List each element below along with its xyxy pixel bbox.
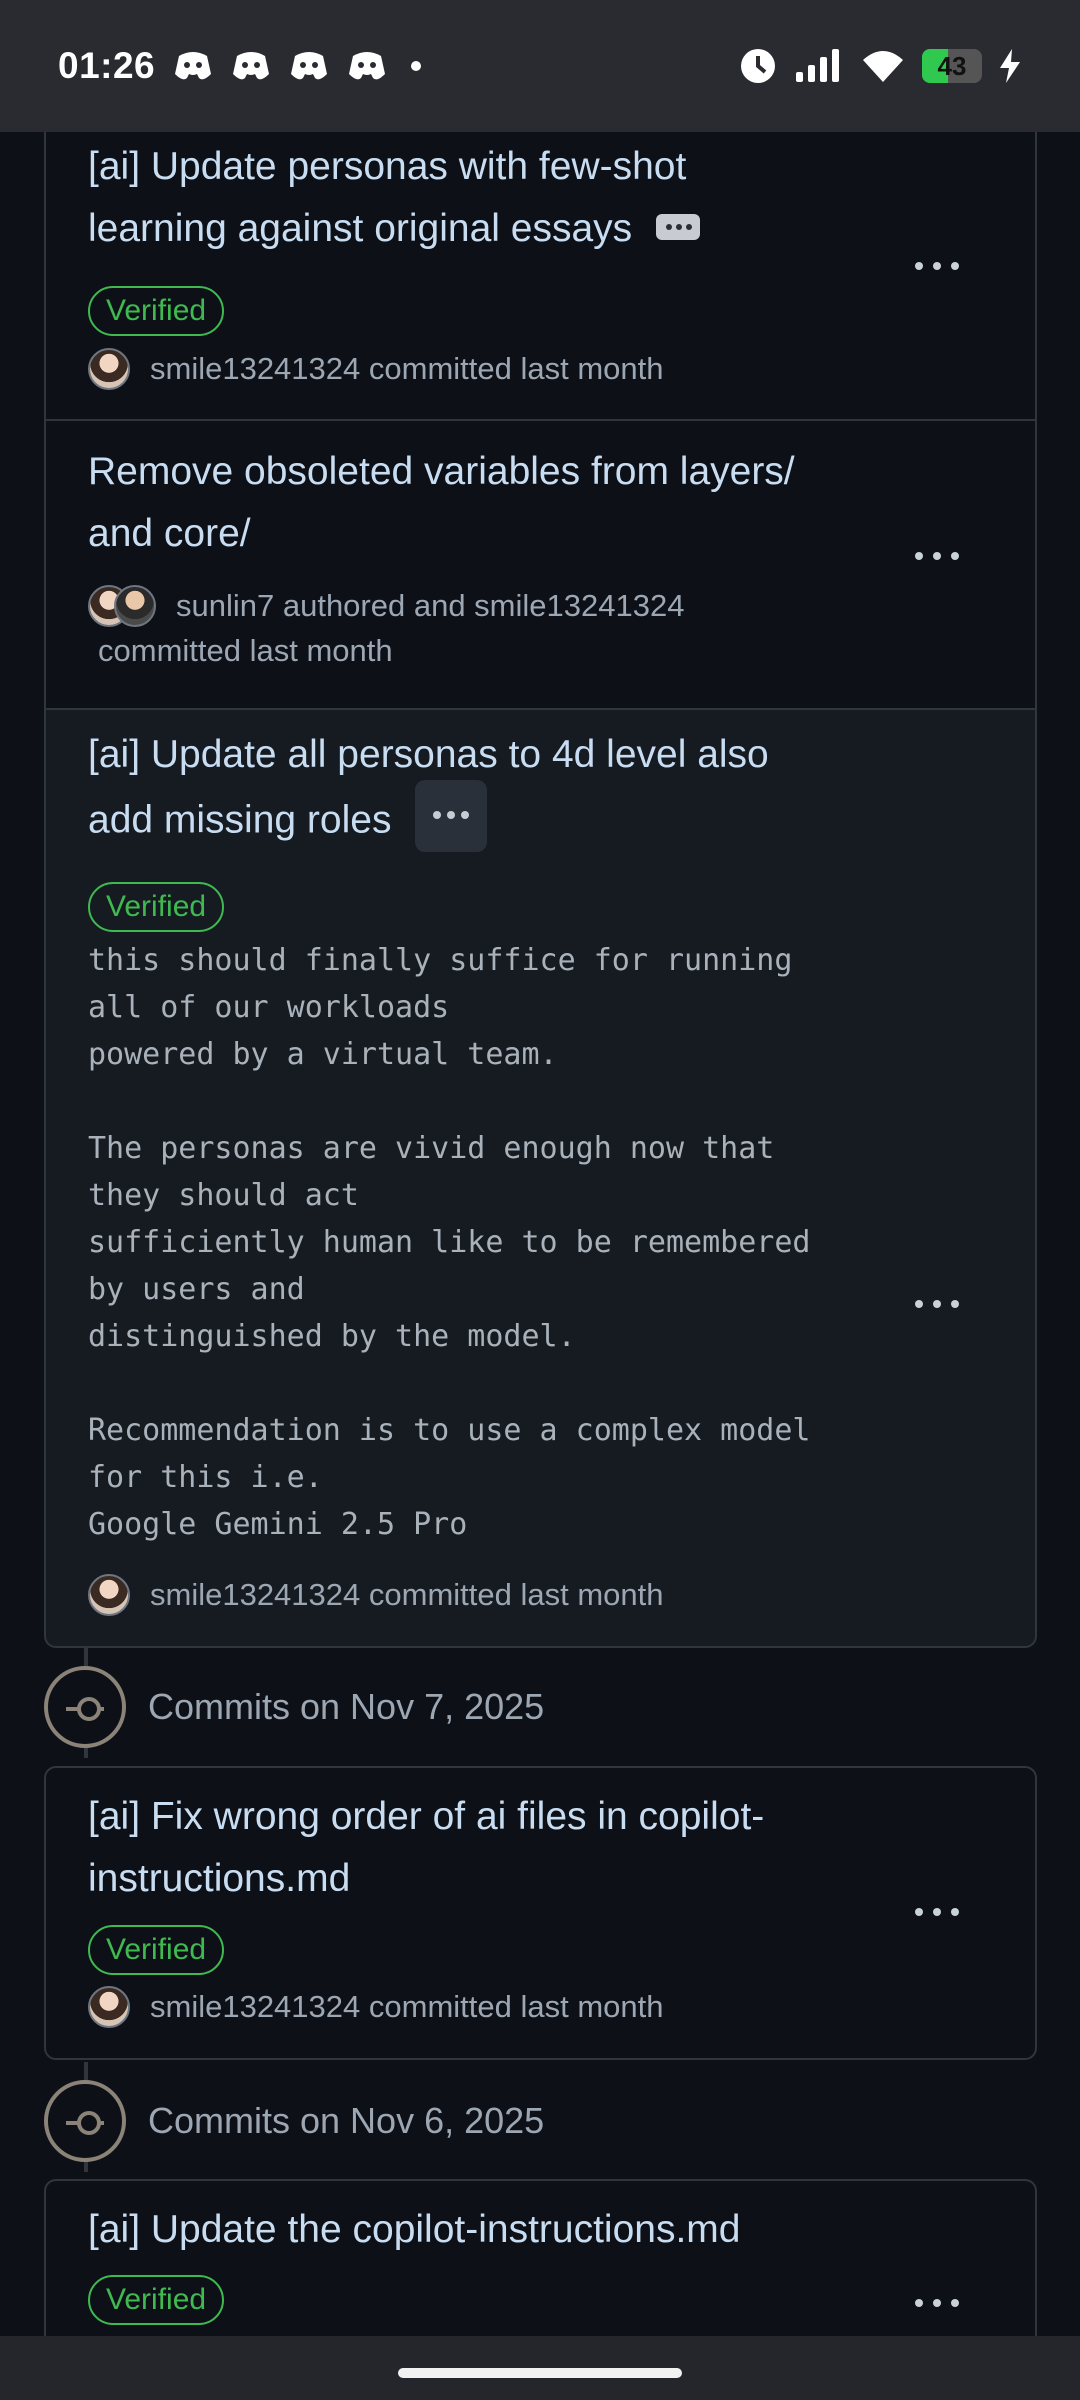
charging-bolt-icon: [1000, 49, 1020, 83]
commit-title-line[interactable]: [ai] Update all personas to 4d level als…: [88, 733, 769, 776]
commit-author-text: smile13241324 committed last month: [150, 1989, 664, 2024]
home-indicator[interactable]: [398, 2368, 682, 2378]
commit-node-icon: [44, 2080, 126, 2162]
commit-meta: sunlin7 authored and smile13241324: [88, 585, 684, 627]
commit-group-date: Commits on Nov 7, 2025: [148, 1686, 545, 1727]
commit-title[interactable]: [ai] Update personas with few-shot learn…: [88, 136, 868, 260]
expand-message-button[interactable]: [656, 213, 701, 240]
commit-author-text: smile13241324 committed last month: [150, 1577, 664, 1612]
commit-card[interactable]: [ai] Update the copilot-instructions.md …: [44, 2179, 1037, 2336]
discord-icon: [349, 52, 386, 80]
commit-title-line[interactable]: learning against original essays: [88, 207, 632, 250]
commit-meta: smile13241324 committed last month: [88, 1574, 663, 1616]
more-options-button[interactable]: [915, 546, 965, 566]
commit-group-header: Commits on Nov 7, 2025: [44, 1666, 544, 1748]
commit-card[interactable]: [ai] Update personas with few-shot learn…: [44, 132, 1037, 421]
wifi-icon: [863, 51, 903, 82]
status-time: 01:26: [58, 45, 156, 86]
commit-author-text: sunlin7 authored and smile13241324: [176, 588, 685, 623]
battery-indicator: 43: [922, 49, 982, 83]
commit-title[interactable]: [ai] Fix wrong order of ai files in copi…: [88, 1786, 868, 1910]
avatar[interactable]: [88, 1986, 130, 2028]
commit-card[interactable]: Remove obsoleted variables from layers/ …: [44, 419, 1037, 710]
more-options-button[interactable]: [915, 2293, 965, 2313]
verified-badge[interactable]: Verified: [88, 882, 225, 932]
commit-node-icon: [44, 1666, 126, 1748]
commit-author-text-continued: committed last month: [98, 633, 393, 668]
commit-title[interactable]: [ai] Update all personas to 4d level als…: [88, 724, 868, 858]
alarm-icon: [741, 49, 775, 83]
commit-meta: smile13241324 committed last month: [88, 1986, 663, 2028]
verified-badge[interactable]: Verified: [88, 2275, 225, 2325]
battery-level: 43: [937, 50, 967, 81]
commit-title-line[interactable]: instructions.md: [88, 1857, 350, 1900]
commit-title-line[interactable]: and core/: [88, 512, 251, 555]
verified-badge[interactable]: Verified: [88, 1925, 225, 1975]
more-options-button[interactable]: [915, 1902, 965, 1922]
commit-title-line[interactable]: [ai] Fix wrong order of ai files in copi…: [88, 1795, 764, 1838]
more-options-button[interactable]: [915, 256, 965, 276]
avatar[interactable]: [88, 348, 130, 390]
commit-author-text: smile13241324 committed last month: [150, 351, 664, 386]
commit-list: [ai] Update personas with few-shot learn…: [0, 132, 1080, 2336]
navigation-bar: [0, 2336, 1080, 2400]
collapse-message-button[interactable]: [415, 780, 488, 852]
commit-meta: smile13241324 committed last month: [88, 348, 663, 390]
commit-group-date: Commits on Nov 6, 2025: [148, 2100, 545, 2141]
commit-message-body: this should finally suffice for running …: [88, 943, 811, 1542]
more-options-button[interactable]: [915, 1294, 965, 1314]
signal-icon: [796, 49, 839, 82]
commit-card[interactable]: [ai] Fix wrong order of ai files in copi…: [44, 1766, 1037, 2060]
commit-title-line[interactable]: [ai] Update personas with few-shot: [88, 145, 686, 188]
commit-title-line[interactable]: [ai] Update the copilot-instructions.md: [88, 2208, 741, 2251]
avatar[interactable]: [114, 585, 156, 627]
commit-card[interactable]: [ai] Update all personas to 4d level als…: [44, 708, 1037, 1648]
commit-title[interactable]: [ai] Update the copilot-instructions.md: [88, 2199, 868, 2261]
commit-group-header: Commits on Nov 6, 2025: [44, 2080, 544, 2162]
avatar[interactable]: [88, 1574, 130, 1616]
commit-title-line[interactable]: Remove obsoleted variables from layers/: [88, 450, 795, 493]
discord-icon: [291, 52, 328, 80]
status-bar: 01:26 43: [0, 0, 1080, 132]
commit-title-line[interactable]: add missing roles: [88, 798, 391, 841]
discord-icon: [175, 52, 212, 80]
verified-badge[interactable]: Verified: [88, 286, 225, 336]
commit-title[interactable]: Remove obsoleted variables from layers/ …: [88, 441, 868, 565]
discord-icon: [233, 52, 270, 80]
more-notifications-dot-icon: [411, 61, 422, 71]
